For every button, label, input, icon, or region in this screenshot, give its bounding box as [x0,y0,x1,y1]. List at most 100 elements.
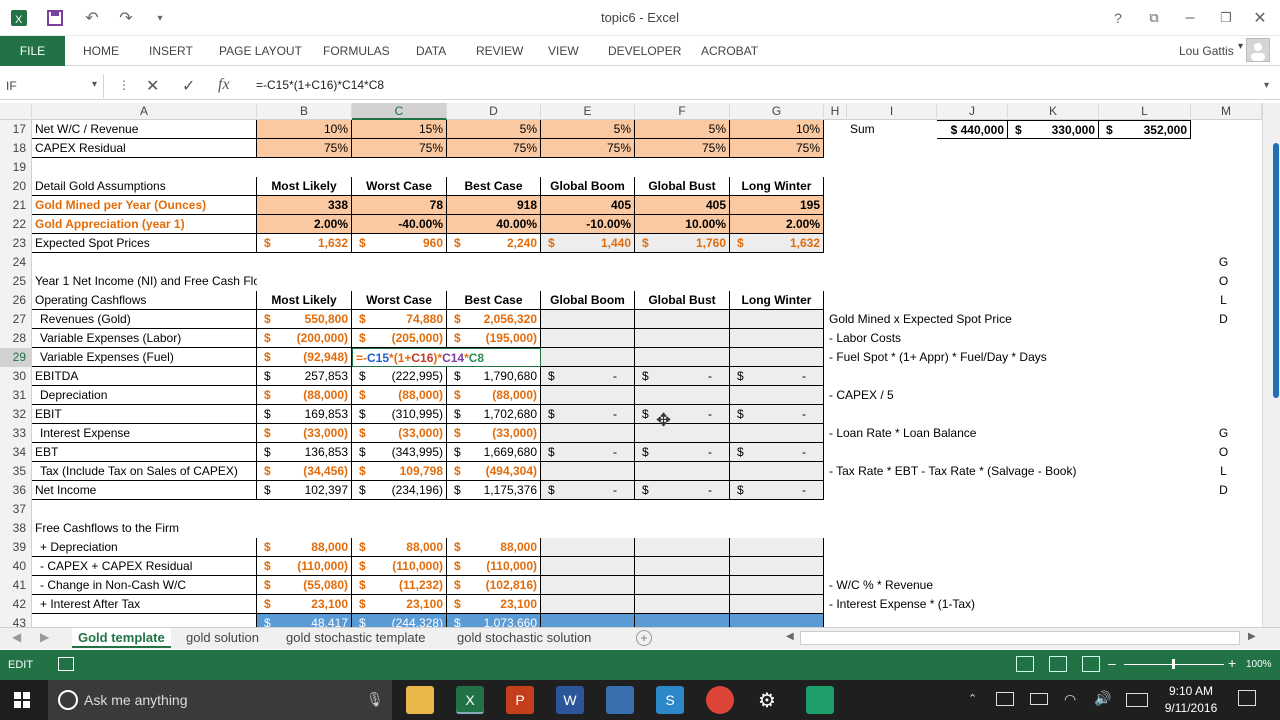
cell-e42[interactable] [541,595,635,614]
minimize-icon[interactable]: – [1178,6,1202,30]
cell-g42[interactable] [730,595,824,614]
cell-c42[interactable]: $23,100 [352,595,447,614]
col-header-i[interactable]: I [847,103,937,120]
cell-e30[interactable]: $ - [541,367,635,386]
cell-e36[interactable]: $ - [541,481,635,500]
cell-e40[interactable] [541,557,635,576]
cell-c18[interactable]: 75% [352,139,447,158]
expand-formula-icon[interactable]: ▾ [1264,80,1269,91]
row-header-37[interactable]: 37 [0,500,32,519]
cell-e17[interactable]: 5% [541,120,635,139]
cell-f39[interactable] [635,538,730,557]
user-dropdown-icon[interactable]: ▾ [1238,41,1243,52]
tab-gold-stochastic-template[interactable]: gold stochastic template [280,628,431,648]
row-header-31[interactable]: 31 [0,386,32,405]
row-header-38[interactable]: 38 [0,519,32,538]
cell-d41[interactable]: $ (102,816) [447,576,541,595]
cell-b30[interactable]: $257,853 [257,367,352,386]
cell-a30[interactable]: EBITDA [32,367,257,386]
cell-a31[interactable]: Depreciation [32,386,257,405]
row-header-17[interactable]: 17 [0,120,32,139]
cell-f42[interactable] [635,595,730,614]
cell-b41[interactable]: $ (55,080) [257,576,352,595]
cell-b24[interactable] [257,253,352,272]
row-header-29[interactable]: 29 [0,348,32,367]
cell-d24[interactable] [447,253,541,272]
cell-a40[interactable]: - CAPEX + CAPEX Residual [32,557,257,576]
cell-m25[interactable]: O [1191,272,1256,291]
cell-f18[interactable]: 75% [635,139,730,158]
zoom-slider-thumb[interactable] [1172,659,1175,669]
wifi-icon[interactable]: ◠ [1064,691,1076,708]
cell-d34[interactable]: $1,669,680 [447,443,541,462]
col-header-c[interactable]: C [352,103,447,120]
cell-m26[interactable]: L [1191,291,1256,310]
cell-c23[interactable]: $960 [352,234,447,253]
cell-d17[interactable]: 5% [447,120,541,139]
cell-g29[interactable] [730,348,824,367]
cell-e25[interactable] [541,272,635,291]
cell-c39[interactable]: $88,000 [352,538,447,557]
cell-f29[interactable] [635,348,730,367]
cell-h27[interactable]: Gold Mined x Expected Spot Price [826,310,1206,329]
cell-f17[interactable]: 5% [635,120,730,139]
cell-f22[interactable]: 10.00% [635,215,730,234]
cell-b29[interactable]: $ (92,948) [257,348,352,367]
cell-e43[interactable] [541,614,635,627]
tab-file[interactable]: FILE [0,36,65,66]
cell-a38[interactable]: Free Cashflows to the Firm [32,519,257,538]
row-header-28[interactable]: 28 [0,329,32,348]
cell-b17[interactable]: 10% [257,120,352,139]
cancel-icon[interactable]: ✕ [146,76,159,96]
cell-e41[interactable] [541,576,635,595]
row-header-24[interactable]: 24 [0,253,32,272]
cell-b43[interactable]: $48,417 [257,614,352,627]
cell-b21[interactable]: 338 [257,196,352,215]
cell-f38[interactable] [635,519,730,538]
powerpoint-icon[interactable]: P [506,686,534,714]
cell-c43[interactable]: $ (244,328) [352,614,447,627]
tab-page-layout[interactable]: PAGE LAYOUT [219,44,302,58]
cell-b42[interactable]: $23,100 [257,595,352,614]
show-hidden-icons-icon[interactable]: ⌃ [968,692,977,705]
col-header-j[interactable]: J [937,103,1008,120]
cell-a39[interactable]: + Depreciation [32,538,257,557]
cell-e29[interactable] [541,348,635,367]
cell-a43[interactable]: FCFF [32,614,257,627]
cell-d43[interactable]: $1,073,660 [447,614,541,627]
row-header-33[interactable]: 33 [0,424,32,443]
cell-a22[interactable]: Gold Appreciation (year 1) [32,215,257,234]
cell-e24[interactable] [541,253,635,272]
cell-e39[interactable] [541,538,635,557]
cell-f37[interactable] [635,500,730,519]
zoom-in-icon[interactable]: + [1228,655,1236,671]
cell-b33[interactable]: $ (33,000) [257,424,352,443]
cell-a32[interactable]: EBIT [32,405,257,424]
cell-d21[interactable]: 918 [447,196,541,215]
cell-f32[interactable]: $ - [635,405,730,424]
cell-e18[interactable]: 75% [541,139,635,158]
tab-developer[interactable]: DEVELOPER [608,44,681,58]
cell-g36[interactable]: $ - [730,481,824,500]
row-header-18[interactable]: 18 [0,139,32,158]
row-header-19[interactable]: 19 [0,158,32,177]
cell-g24[interactable] [730,253,824,272]
cell-b26[interactable]: Most Likely [257,291,352,310]
cell-b18[interactable]: 75% [257,139,352,158]
cell-h41[interactable]: - W/C % * Revenue [826,576,1206,595]
col-header-d[interactable]: D [447,103,541,120]
cell-d39[interactable]: $88,000 [447,538,541,557]
cell-g20[interactable]: Long Winter [730,177,824,196]
tab-gold-solution[interactable]: gold solution [180,628,265,648]
cell-m33[interactable]: G [1191,424,1256,443]
cell-a23[interactable]: Expected Spot Prices [32,234,257,253]
cell-g18[interactable]: 75% [730,139,824,158]
cell-c31[interactable]: $ (88,000) [352,386,447,405]
cell-a33[interactable]: Interest Expense [32,424,257,443]
cell-b35[interactable]: $ (34,456) [257,462,352,481]
col-header-b[interactable]: B [257,103,352,120]
scroll-thumb[interactable] [1273,143,1279,398]
cell-c22[interactable]: -40.00% [352,215,447,234]
cell-b36[interactable]: $102,397 [257,481,352,500]
cell-d23[interactable]: $2,240 [447,234,541,253]
